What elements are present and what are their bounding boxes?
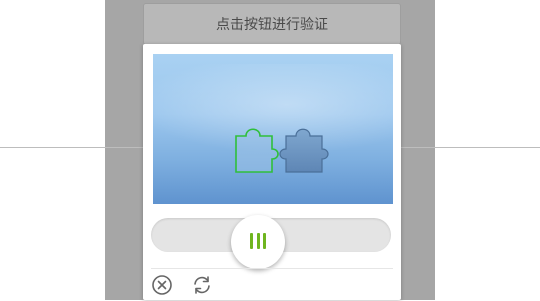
refresh-icon [194,276,210,294]
close-button[interactable] [151,274,173,296]
footer-divider [151,268,393,269]
captcha-popup [143,44,401,300]
verify-button[interactable]: 点击按钮进行验证 [143,3,401,45]
puzzle-piece-slot [279,128,329,173]
slider-handle[interactable] [231,215,285,269]
grip-icon [250,233,266,249]
verify-button-label: 点击按钮进行验证 [216,16,328,32]
refresh-button[interactable] [191,274,213,296]
puzzle-image [153,54,393,204]
close-circle-icon [152,275,172,295]
puzzle-piece-outline [235,128,279,173]
